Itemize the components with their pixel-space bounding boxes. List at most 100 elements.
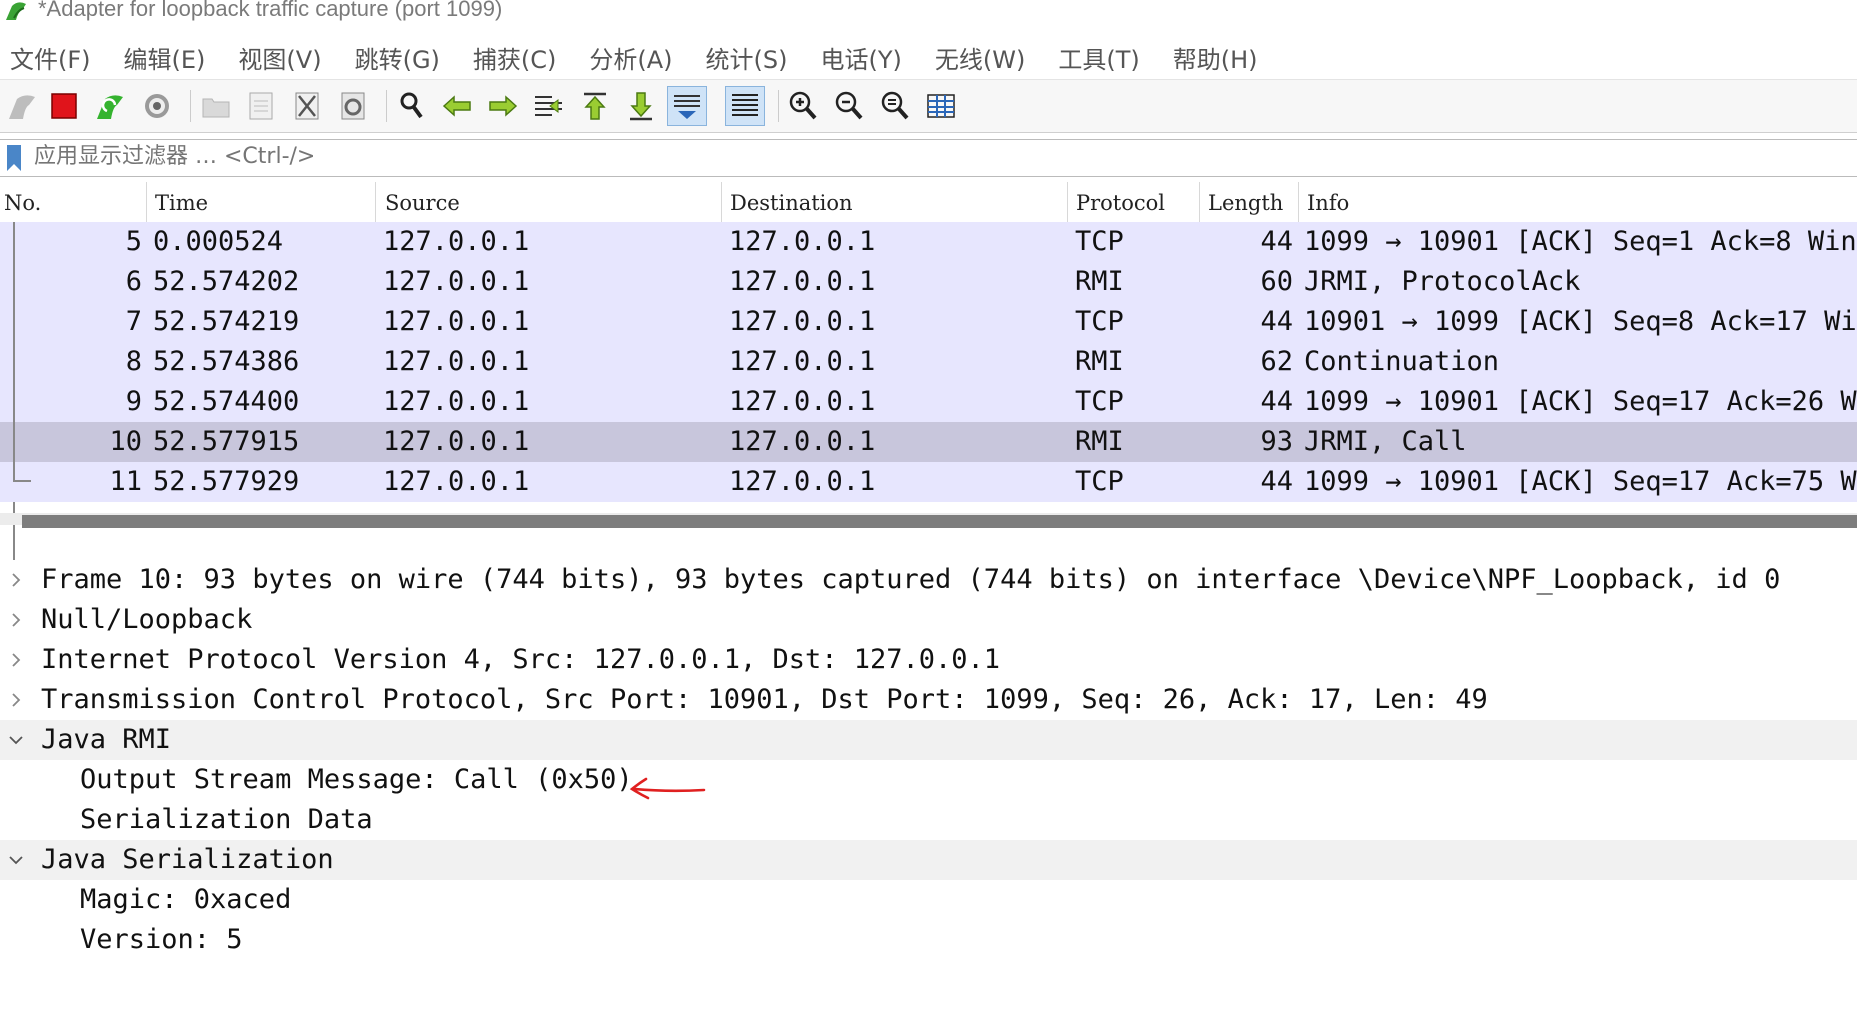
conversation-tree-line <box>13 222 15 480</box>
packet-row[interactable]: 6 52.574202 127.0.0.1 127.0.0.1 RMI 60 J… <box>0 262 1857 302</box>
chevron-right-icon[interactable] <box>8 560 24 600</box>
packet-source: 127.0.0.1 <box>383 306 530 337</box>
detail-text: Frame 10: 93 bytes on wire (744 bits), 9… <box>41 564 1781 595</box>
close-file-icon[interactable] <box>287 86 327 126</box>
packet-time: 52.574400 <box>153 386 300 417</box>
packet-length: 93 <box>1260 426 1293 457</box>
column-header-info[interactable]: Info <box>1299 182 1857 222</box>
detail-row-version[interactable]: Version: 5 <box>0 920 1857 960</box>
packet-row[interactable]: 7 52.574219 127.0.0.1 127.0.0.1 TCP 44 1… <box>0 302 1857 342</box>
toolbar-separator <box>190 90 191 122</box>
reload-file-icon[interactable] <box>333 86 373 126</box>
save-file-icon[interactable] <box>241 86 281 126</box>
display-filter-input[interactable] <box>34 140 1834 174</box>
packet-protocol: RMI <box>1075 426 1124 457</box>
packet-info: 1099 → 10901 [ACK] Seq=1 Ack=8 Win <box>1304 226 1857 257</box>
detail-row-ipv4[interactable]: Internet Protocol Version 4, Src: 127.0.… <box>0 640 1857 680</box>
go-back-icon[interactable] <box>437 86 477 126</box>
menu-edit[interactable]: 编辑(E) <box>124 40 206 75</box>
resize-columns-icon[interactable] <box>921 86 961 126</box>
shark-fin-start-icon[interactable] <box>2 86 42 126</box>
detail-row-tcp[interactable]: Transmission Control Protocol, Src Port:… <box>0 680 1857 720</box>
detail-text: Null/Loopback <box>41 604 253 635</box>
packet-info: 1099 → 10901 [ACK] Seq=17 Ack=75 W <box>1304 466 1857 497</box>
menu-telephony[interactable]: 电话(Y) <box>821 40 902 75</box>
packet-destination: 127.0.0.1 <box>729 226 876 257</box>
main-toolbar <box>0 79 1857 133</box>
detail-row-null-loopback[interactable]: Null/Loopback <box>0 600 1857 640</box>
go-to-packet-icon[interactable] <box>529 86 569 126</box>
packet-no: 10 <box>109 426 142 457</box>
chevron-down-icon[interactable] <box>8 720 24 760</box>
chevron-down-icon[interactable] <box>8 840 24 880</box>
column-header-time[interactable]: Time <box>147 182 376 222</box>
packet-row[interactable]: 8 52.574386 127.0.0.1 127.0.0.1 RMI 62 C… <box>0 342 1857 382</box>
last-packet-icon[interactable] <box>621 86 661 126</box>
column-header-destination[interactable]: Destination <box>722 182 1068 222</box>
detail-row-java-rmi[interactable]: Java RMI <box>0 720 1857 760</box>
first-packet-icon[interactable] <box>575 86 615 126</box>
detail-text: Magic: 0xaced <box>80 884 292 915</box>
detail-text: Java RMI <box>41 724 172 755</box>
packet-destination: 127.0.0.1 <box>729 346 876 377</box>
conversation-tree-end <box>13 480 31 482</box>
window-title: *Adapter for loopback traffic capture (p… <box>38 0 503 21</box>
detail-row-serialization-data[interactable]: Serialization Data <box>0 800 1857 840</box>
menu-help[interactable]: 帮助(H) <box>1173 40 1258 75</box>
packet-time: 0.000524 <box>153 226 284 257</box>
menu-file[interactable]: 文件(F) <box>10 40 91 75</box>
packet-destination: 127.0.0.1 <box>729 426 876 457</box>
packet-info: 1099 → 10901 [ACK] Seq=17 Ack=26 W <box>1304 386 1857 417</box>
column-header-length[interactable]: Length <box>1200 182 1299 222</box>
stop-capture-icon[interactable] <box>44 86 84 126</box>
packet-no: 11 <box>109 466 142 497</box>
menu-analyze[interactable]: 分析(A) <box>589 40 672 75</box>
packet-length: 44 <box>1260 386 1293 417</box>
toolbar-separator <box>778 90 779 122</box>
menu-statistics[interactable]: 统计(S) <box>706 40 788 75</box>
detail-row-magic[interactable]: Magic: 0xaced <box>0 880 1857 920</box>
capture-options-icon[interactable] <box>137 86 177 126</box>
normal-size-icon[interactable] <box>875 86 915 126</box>
chevron-right-icon[interactable] <box>8 600 24 640</box>
zoom-out-icon[interactable] <box>829 86 869 126</box>
chevron-right-icon[interactable] <box>8 680 24 720</box>
title-bar: *Adapter for loopback traffic capture (p… <box>0 0 1857 26</box>
menu-capture[interactable]: 捕获(C) <box>473 40 556 75</box>
zoom-in-icon[interactable] <box>783 86 823 126</box>
open-file-icon[interactable] <box>196 86 236 126</box>
packet-source: 127.0.0.1 <box>383 466 530 497</box>
detail-row-output-stream-message[interactable]: Output Stream Message: Call (0x50) <box>0 760 1857 800</box>
packet-length: 44 <box>1260 226 1293 257</box>
packet-info: 10901 → 1099 [ACK] Seq=8 Ack=17 Wi <box>1304 306 1857 337</box>
menu-wireless[interactable]: 无线(W) <box>935 40 1025 75</box>
detail-row-java-serialization[interactable]: Java Serialization <box>0 840 1857 880</box>
autoscroll-icon[interactable] <box>667 86 707 126</box>
chevron-right-icon[interactable] <box>8 640 24 680</box>
menu-view[interactable]: 视图(V) <box>238 40 321 75</box>
detail-text: Java Serialization <box>41 844 334 875</box>
display-filter-bar <box>0 139 1857 177</box>
scrollbar-thumb[interactable] <box>22 515 1857 528</box>
packet-info: Continuation <box>1304 346 1500 377</box>
colorize-icon[interactable] <box>725 86 765 126</box>
detail-row-frame[interactable]: Frame 10: 93 bytes on wire (744 bits), 9… <box>0 560 1857 600</box>
packet-row-selected[interactable]: 10 52.577915 127.0.0.1 127.0.0.1 RMI 93 … <box>0 422 1857 462</box>
packet-destination: 127.0.0.1 <box>729 266 876 297</box>
find-packet-icon[interactable] <box>392 86 432 126</box>
packet-list: No. Time Source Destination Protocol Len… <box>0 182 1857 662</box>
column-header-source[interactable]: Source <box>376 182 722 222</box>
bookmark-icon[interactable] <box>6 144 22 172</box>
restart-capture-icon[interactable] <box>90 86 130 126</box>
column-header-no[interactable]: No. <box>0 182 147 222</box>
packet-no: 5 <box>125 226 142 257</box>
packet-row[interactable]: 9 52.574400 127.0.0.1 127.0.0.1 TCP 44 1… <box>0 382 1857 422</box>
packet-row[interactable]: 5 0.000524 127.0.0.1 127.0.0.1 TCP 44 10… <box>0 222 1857 262</box>
go-forward-icon[interactable] <box>483 86 523 126</box>
menu-go[interactable]: 跳转(G) <box>355 40 440 75</box>
horizontal-scrollbar[interactable] <box>0 513 1857 528</box>
menu-tools[interactable]: 工具(T) <box>1058 40 1139 75</box>
column-header-protocol[interactable]: Protocol <box>1068 182 1200 222</box>
packet-source: 127.0.0.1 <box>383 266 530 297</box>
packet-row[interactable]: 11 52.577929 127.0.0.1 127.0.0.1 TCP 44 … <box>0 462 1857 502</box>
